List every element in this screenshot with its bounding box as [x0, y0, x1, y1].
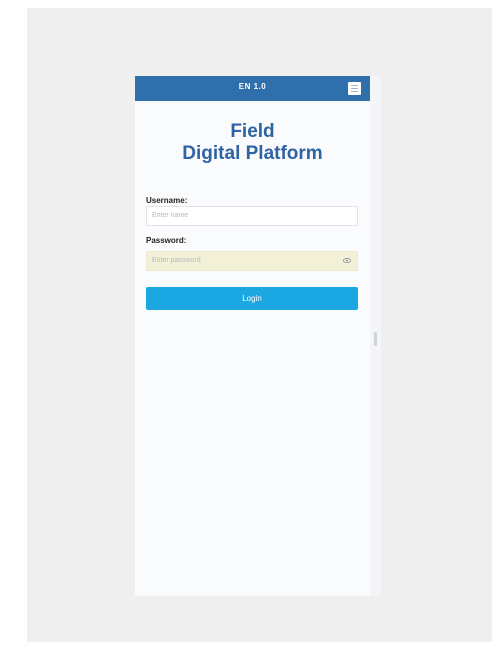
scrollbar-thumb[interactable] [374, 332, 377, 346]
username-label: Username: [146, 196, 188, 205]
title-line-2: Digital Platform [182, 143, 323, 164]
login-button[interactable]: Login [146, 287, 358, 310]
app-header: EN 1.0 [135, 76, 370, 101]
title-line-1: Field [230, 121, 275, 142]
password-label: Password: [146, 236, 187, 245]
username-placeholder: Enter name [152, 212, 189, 219]
page-title: Field Digital Platform [135, 121, 370, 165]
password-field[interactable]: Enter password [146, 251, 358, 271]
version-label: EN 1.0 [238, 82, 267, 91]
menu-icon[interactable] [348, 82, 361, 95]
password-placeholder: Enter password [152, 257, 201, 264]
eye-icon[interactable] [343, 258, 351, 263]
username-field[interactable]: Enter name [146, 206, 358, 226]
login-button-label: Login [242, 294, 262, 303]
